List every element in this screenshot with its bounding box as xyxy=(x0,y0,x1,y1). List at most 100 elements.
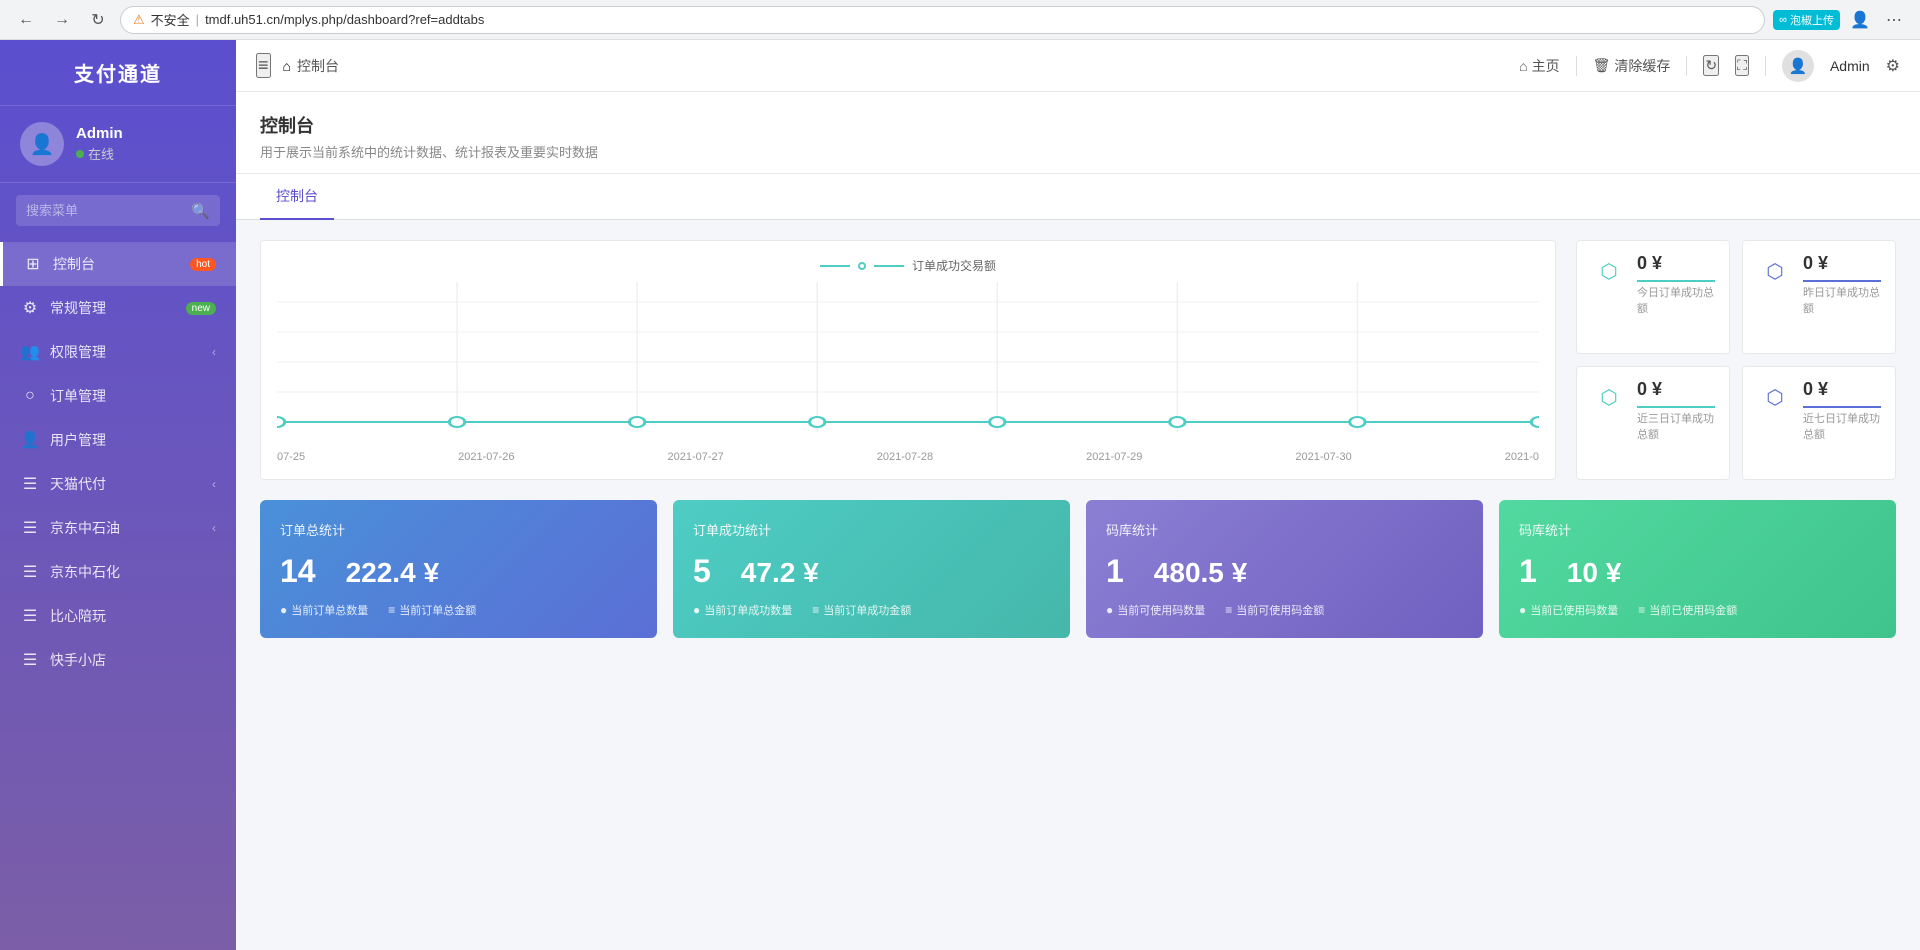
x-label-0: 07-25 xyxy=(277,451,305,463)
sidebar-item-orders[interactable]: ○ 订单管理 xyxy=(0,374,236,418)
summary-card-total-orders: 订单总统计 14 222.4 ¥ ● 当前订单总数量 ≡ xyxy=(260,500,657,638)
card-title-total: 订单总统计 xyxy=(280,520,637,539)
stat-value-yesterday: 0 ¥ xyxy=(1803,253,1881,274)
legend-line-2 xyxy=(874,265,904,267)
sidebar-item-users[interactable]: 👤 用户管理 xyxy=(0,418,236,462)
nav-label-bixin: 比心陪玩 xyxy=(50,606,216,626)
sidebar-item-permissions[interactable]: 👥 权限管理 ‹ xyxy=(0,330,236,374)
address-bar[interactable]: ⚠ 不安全 | tmdf.uh51.cn/mplys.php/dashboard… xyxy=(120,6,1765,34)
page-description: 用于展示当前系统中的统计数据、统计报表及重要实时数据 xyxy=(260,142,1896,161)
stat-card-yesterday: ⬡ 0 ¥ 昨日订单成功总额 xyxy=(1742,240,1896,354)
stat-info-today: 0 ¥ 今日订单成功总额 xyxy=(1637,253,1715,316)
forward-button[interactable]: → xyxy=(48,6,76,34)
stat-card-today: ⬡ 0 ¥ 今日订单成功总额 xyxy=(1576,240,1730,354)
refresh-btn[interactable]: ↻ xyxy=(1703,55,1719,76)
card-secondary-value-code-used: 10 ¥ xyxy=(1567,557,1622,589)
card-labels-total: ● 当前订单总数量 ≡ 当前订单总金额 xyxy=(280,602,637,618)
card-secondary-value-total: 222.4 ¥ xyxy=(346,557,439,589)
sidebar-item-dashboard[interactable]: ⊞ 控制台 hot xyxy=(0,242,236,286)
header-divider-2 xyxy=(1686,56,1687,76)
jd-chem-icon: ☰ xyxy=(20,562,40,582)
breadcrumb: ⌂ 控制台 xyxy=(283,56,1508,76)
stat-hex-3days: ⬡ xyxy=(1591,379,1627,415)
nav-badge-new: new xyxy=(186,302,216,315)
chart-section: 订单成功交易额 xyxy=(260,240,1896,480)
browser-actions: ∞ 泡椒上传 👤 ⋯ xyxy=(1773,6,1908,34)
kuaishou-icon: ☰ xyxy=(20,650,40,670)
chart-legend: 订单成功交易额 xyxy=(277,257,1539,274)
x-label-6: 2021-0 xyxy=(1505,451,1539,463)
stat-value-7days: 0 ¥ xyxy=(1803,379,1881,400)
bar-icon-success: ≡ xyxy=(812,603,819,617)
sidebar-item-jd-oil[interactable]: ☰ 京东中石油 ‹ xyxy=(0,506,236,550)
search-icon[interactable]: 🔍 xyxy=(191,202,210,220)
card-secondary-value-success: 47.2 ¥ xyxy=(741,557,819,589)
card-labels-code-used: ● 当前已使用码数量 ≡ 当前已使用码金额 xyxy=(1519,602,1876,618)
stat-label-7days: 近七日订单成功总额 xyxy=(1803,410,1881,442)
fullscreen-button[interactable]: ⛶ xyxy=(1735,55,1749,76)
sidebar-item-jd-chem[interactable]: ☰ 京东中石化 xyxy=(0,550,236,594)
status-text: 在线 xyxy=(88,144,114,163)
tmall-arrow-icon: ‹ xyxy=(212,477,216,491)
jd-oil-arrow-icon: ‹ xyxy=(212,521,216,535)
home-button[interactable]: ⌂ 主页 xyxy=(1519,56,1559,76)
extension-badge[interactable]: ∞ 泡椒上传 xyxy=(1773,10,1840,30)
sidebar-search[interactable]: 🔍 xyxy=(16,195,220,226)
extension-icon: ∞ xyxy=(1779,14,1787,26)
card-main-value-code-avail: 1 xyxy=(1106,553,1124,590)
back-button[interactable]: ← xyxy=(12,6,40,34)
settings-icon[interactable]: ⚙ xyxy=(1886,56,1900,76)
header-username: Admin xyxy=(1830,58,1870,74)
sidebar-item-kuaishou[interactable]: ☰ 快手小店 xyxy=(0,638,236,682)
sidebar-item-general[interactable]: ⚙ 常规管理 new xyxy=(0,286,236,330)
sidebar-user: 👤 Admin 在线 xyxy=(0,106,236,183)
nav-badge-hot: hot xyxy=(190,258,216,271)
content-area: 订单成功交易额 xyxy=(236,220,1920,950)
stat-card-7days: ⬡ 0 ¥ 近七日订单成功总额 xyxy=(1742,366,1896,480)
card-label-amount-code-used: ≡ 当前已使用码金额 xyxy=(1638,602,1737,618)
general-icon: ⚙ xyxy=(20,298,40,318)
card-title-code-used: 码库统计 xyxy=(1519,520,1876,539)
home-icon: ⌂ xyxy=(283,58,291,74)
page-header: 控制台 用于展示当前系统中的统计数据、统计报表及重要实时数据 xyxy=(236,92,1920,174)
x-label-5: 2021-07-30 xyxy=(1295,451,1351,463)
card-label-amount-success: ≡ 当前订单成功金额 xyxy=(812,602,911,618)
header-divider-3 xyxy=(1765,56,1766,76)
tab-dashboard[interactable]: 控制台 xyxy=(260,174,334,220)
home-link-icon: ⌂ xyxy=(1519,58,1527,74)
page-title: 控制台 xyxy=(260,112,1896,138)
hamburger-button[interactable]: ≡ xyxy=(256,53,271,78)
legend-dot xyxy=(858,262,866,270)
browser-menu-button[interactable]: ⋯ xyxy=(1880,6,1908,34)
bixin-icon: ☰ xyxy=(20,606,40,626)
card-secondary-value-code-avail: 480.5 ¥ xyxy=(1154,557,1247,589)
profile-button[interactable]: 👤 xyxy=(1846,6,1874,34)
search-input[interactable] xyxy=(26,195,185,226)
sidebar-item-tmall[interactable]: ☰ 天猫代付 ‹ xyxy=(0,462,236,506)
permissions-icon: 👥 xyxy=(20,342,40,362)
card-label-count-success: ● 当前订单成功数量 xyxy=(693,602,792,618)
brand-title: 支付通道 xyxy=(0,58,236,87)
card-label-amount-code-avail: ≡ 当前可使用码金额 xyxy=(1225,602,1324,618)
nav-label-orders: 订单管理 xyxy=(50,386,216,406)
stat-value-today: 0 ¥ xyxy=(1637,253,1715,274)
stat-label-3days: 近三日订单成功总额 xyxy=(1637,410,1715,442)
header-avatar: 👤 xyxy=(1782,50,1814,82)
extension-label: 泡椒上传 xyxy=(1790,12,1834,28)
clear-cache-button[interactable]: 🗑 清除缓存 xyxy=(1593,56,1671,76)
x-label-1: 2021-07-26 xyxy=(458,451,514,463)
card-label-count-code-used: ● 当前已使用码数量 xyxy=(1519,602,1618,618)
stat-label-today: 今日订单成功总额 xyxy=(1637,284,1715,316)
dot-icon-success: ● xyxy=(693,603,700,617)
sidebar-item-bixin[interactable]: ☰ 比心陪玩 xyxy=(0,594,236,638)
header-actions: ⌂ 主页 🗑 清除缓存 ↻ ⛶ 👤 Admin ⚙ xyxy=(1519,50,1900,82)
refresh-button[interactable]: ↻ xyxy=(84,6,112,34)
chart-svg xyxy=(277,282,1539,442)
dot-icon-total: ● xyxy=(280,603,287,617)
stat-hex-yesterday: ⬡ xyxy=(1757,253,1793,289)
trash-icon: 🗑 xyxy=(1593,57,1611,74)
legend-label: 订单成功交易额 xyxy=(912,257,996,274)
dot-icon-code-avail: ● xyxy=(1106,603,1113,617)
card-label-count-total: ● 当前订单总数量 xyxy=(280,602,368,618)
card-main-value-total: 14 xyxy=(280,553,316,590)
